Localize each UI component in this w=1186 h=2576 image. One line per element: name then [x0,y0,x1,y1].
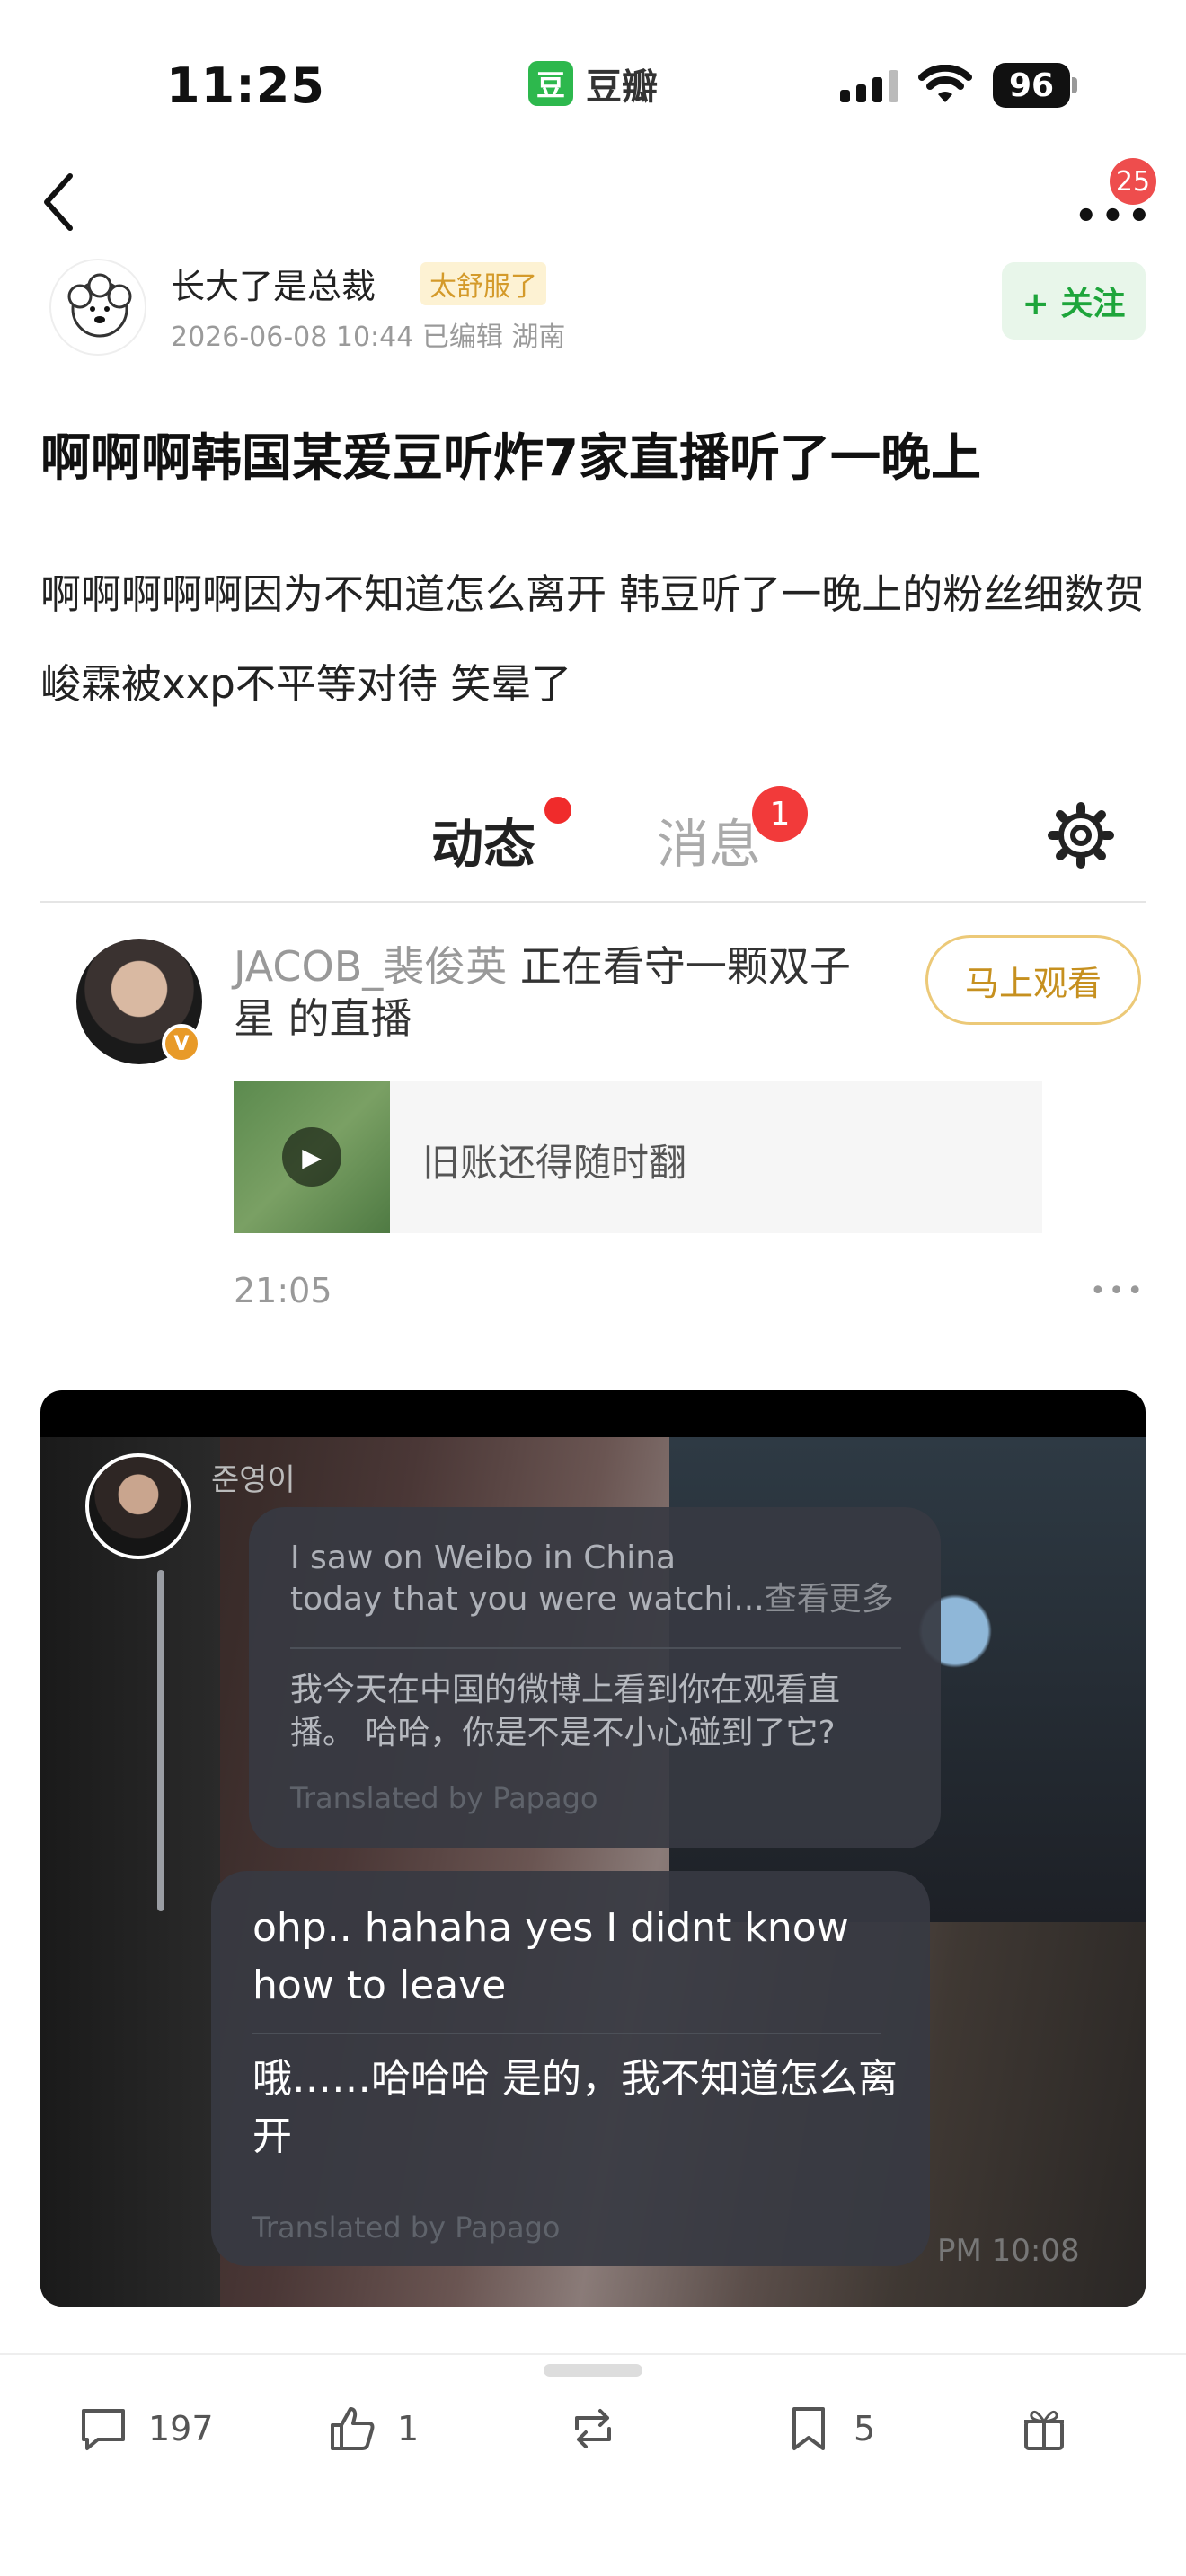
more-dots-icon: ••• [1090,1275,1146,1307]
back-icon[interactable] [38,171,83,234]
shared-video-title: 旧账还得随时翻 [422,1141,687,1185]
post-title: 啊啊啊韩国某爱豆听炸7家直播听了一晚上 [40,429,981,488]
play-icon: ▶ [282,1127,341,1187]
question-english-line1: I saw on Weibo in China [290,1539,677,1576]
reply-english: ohp.. hahaha yes I didnt know how to lea… [252,1905,849,2008]
thumbs-up-icon [331,2407,375,2450]
streamer-name: 준영이 [211,1462,296,1498]
sheep-avatar-icon [67,273,132,338]
home-indicator [544,2364,642,2377]
signal-icon [840,70,898,102]
more-badge: 25 [1110,158,1156,205]
question-english-line2: today that you were watchi...查看更多 [290,1579,919,1620]
app-indicator: 豆 豆瓣 [528,57,658,110]
bookmark-icon [792,2407,825,2450]
status-time: 11:25 [166,57,325,114]
comment-count: 197 [148,2409,214,2448]
gear-icon [1048,802,1114,869]
post-body: 啊啊啊啊啊因为不知道怎么离开 韩豆听了一晚上的粉丝细数贺峻霖被xxp不平等对待 … [40,570,1146,708]
see-more-link: 查看更多 [764,1581,894,1618]
battery-tip [1072,77,1077,93]
video-thumbnail: ▶ [234,1081,390,1233]
watch-now-button: 马上观看 [925,935,1141,1025]
comment-icon [82,2409,125,2450]
translation-credit: Translated by Papago [252,2210,561,2245]
bookmark-count: 5 [854,2409,876,2448]
app-name: 豆瓣 [586,66,658,108]
tab-activity: 动态 [431,814,536,875]
activity-time: 21:05 [234,1271,332,1310]
bubble-divider [252,2033,881,2034]
comment-button[interactable]: 197 [76,2402,214,2456]
like-count: 1 [397,2409,420,2448]
like-button[interactable]: 1 [325,2402,419,2456]
gift-icon [1024,2410,1064,2450]
video-timestamp: PM 10:08 [937,2233,1080,2269]
post-meta: 2026-06-08 10:44 已编辑 湖南 [171,322,566,353]
shared-video-card: ▶ 旧账还得随时翻 [234,1081,1042,1233]
author-status-badge: 太舒服了 [420,262,546,305]
tab-messages-badge: 1 [752,786,808,842]
question-english: I saw on Weibo in China today that you w… [290,1538,919,1620]
reply-chinese: 哦……哈哈哈 是的，我不知道怎么离开 [252,2056,898,2159]
embedded-screenshot-live-chat[interactable]: 준영이 I saw on Weibo in China today that y… [40,1390,1146,2307]
question-english-truncated: today that you were watchi... [290,1581,765,1618]
author-name[interactable]: 长大了是总裁 [171,259,376,308]
wifi-icon [918,65,972,102]
streamer-avatar [85,1453,191,1559]
bottom-action-bar: 197 1 5 [0,2353,1186,2576]
tab-messages: 消息 [657,814,762,875]
reply-indicator-line [157,1570,164,1911]
follow-button[interactable]: + 关注 [1002,262,1146,340]
live-user-name: JACOB_裴俊英 [234,942,508,991]
app-logo: 豆 [528,61,573,106]
chat-bubble-reply: ohp.. hahaha yes I didnt know how to lea… [211,1871,930,2266]
gift-button[interactable] [1017,2402,1071,2456]
tab-activity-dot [544,797,571,824]
embedded-screenshot-activity[interactable]: 动态 消息 1 V JACOB_裴俊英 正在看守一颗双子星 的直播 马上观看 ▶… [40,786,1146,1325]
live-activity-text: JACOB_裴俊英 正在看守一颗双子星 的直播 [234,940,881,1045]
bookmark-button[interactable]: 5 [782,2402,875,2456]
tab-bar: 动态 消息 1 [40,786,1146,903]
chat-bubble-question: I saw on Weibo in China today that you w… [249,1507,941,1848]
question-chinese: 我今天在中国的微博上看到你在观看直播。 哈哈，你是不是不小心碰到了它? [290,1672,841,1751]
battery-indicator: 96 [993,63,1070,108]
bubble-divider [290,1647,901,1649]
repost-button[interactable] [566,2402,620,2456]
repost-icon [575,2409,611,2448]
video-background-left [40,1437,220,2307]
verified-badge-icon: V [162,1024,201,1063]
translation-credit: Translated by Papago [290,1781,598,1815]
author-avatar[interactable] [49,259,146,356]
